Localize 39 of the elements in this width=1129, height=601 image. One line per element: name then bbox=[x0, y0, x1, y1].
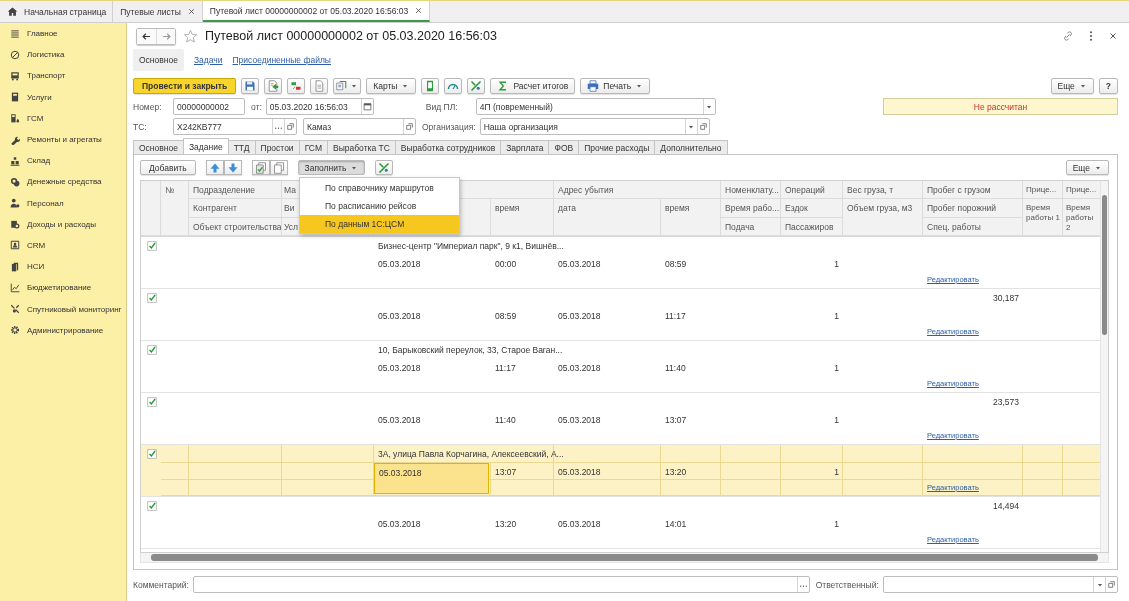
field-label: Организация: bbox=[422, 121, 476, 132]
table-cell-text: 05.03.2018 bbox=[557, 310, 602, 323]
table-cell-text: 3А, улица Павла Корчагина, Алексеевский, А... bbox=[377, 448, 565, 461]
table-cell-text: 11:17 bbox=[494, 362, 517, 375]
field-label: ТС: bbox=[133, 121, 148, 132]
table-cell-text: 23,573 bbox=[992, 396, 1020, 409]
field-label: Комментарий: bbox=[133, 579, 189, 590]
table-cell-text: 11:40 bbox=[664, 362, 687, 375]
table-cell-text: 1 bbox=[833, 414, 840, 427]
table-cell-text: 05.03.2018 bbox=[557, 414, 602, 427]
table-cell-text: 05.03.2018 bbox=[557, 466, 602, 479]
table-cell-text: 05.03.2018 bbox=[557, 518, 602, 531]
table-cell-text: 08:59 bbox=[494, 310, 518, 323]
table-cell-text: 13:20 bbox=[664, 466, 688, 479]
table-cell-text: 14:01 bbox=[664, 518, 688, 531]
table-cell-text: 05.03.2018 bbox=[557, 362, 602, 375]
table-cell-text: 1 bbox=[833, 362, 840, 375]
table-cell-text: 14,494 bbox=[992, 500, 1020, 513]
table-cell-text: Бизнес-центр "Империал парк", 9 к1, Вишнёв... bbox=[377, 240, 565, 253]
table-cell-text: 13:07 bbox=[664, 414, 688, 427]
document-title: Путевой лист 00000000002 от 05.03.2020 16:56:03 bbox=[205, 29, 497, 43]
table-cell-text: 08:59 bbox=[664, 258, 688, 271]
table-cell-text: 13:20 bbox=[494, 518, 518, 531]
status-badge: Не рассчитан bbox=[883, 98, 1118, 115]
table-cell-text: 13:07 bbox=[494, 466, 518, 479]
field-label: от: bbox=[251, 101, 262, 112]
table-cell-text: 1 bbox=[833, 310, 840, 323]
field-label: Вид ПЛ: bbox=[425, 101, 459, 112]
table-cell-text: 10, Барыковский переулок, 33, Старое Ваган... bbox=[377, 344, 564, 357]
table-cell-text: 1 bbox=[833, 466, 840, 479]
table-cell-text: 00:00 bbox=[494, 258, 518, 271]
table-cell-text: 05.03.2018 bbox=[557, 258, 602, 271]
table-cell-text: 11:17 bbox=[664, 310, 687, 323]
table-cell-text: 1 bbox=[833, 258, 840, 271]
field-label: Номер: bbox=[133, 101, 163, 112]
table-cell-text: 1 bbox=[833, 518, 840, 531]
table-cell-text: 11:40 bbox=[494, 414, 517, 427]
field-label: Ответственный: bbox=[815, 579, 879, 590]
table-cell-text: 30,187 bbox=[992, 292, 1020, 305]
